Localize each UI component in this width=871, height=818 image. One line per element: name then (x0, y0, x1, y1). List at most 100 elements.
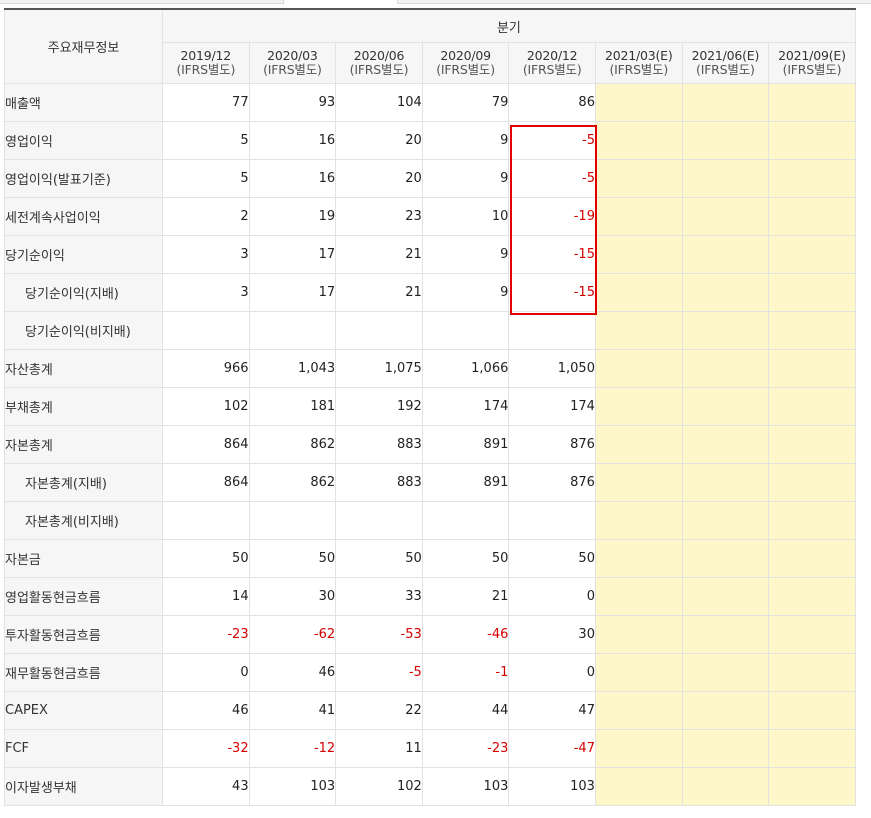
value-cell (335, 501, 423, 540)
value-cell (421, 501, 510, 540)
row-label: 당기순이익 (4, 235, 163, 274)
value-cell: 862 (248, 425, 337, 464)
period-date: 2021/06(E) (691, 48, 760, 63)
value-cell: 44 (421, 691, 510, 730)
estimate-cell (768, 387, 856, 426)
estimate-cell (594, 311, 683, 350)
table-row: 자산총계 966 1,043 1,075 1,066 1,050 (4, 349, 856, 388)
value-cell: 104 (335, 83, 423, 122)
period-date: 2020/09 (440, 48, 491, 63)
tab-left[interactable] (0, 0, 284, 4)
period-group-header: 분기 (162, 8, 856, 43)
table-row: 자본총계(비지배) (4, 501, 856, 540)
value-cell: 33 (335, 577, 423, 616)
row-label: CAPEX (4, 691, 163, 730)
row-label: 재무활동현금흐름 (4, 653, 163, 692)
estimate-cell (594, 273, 683, 312)
estimate-cell (768, 539, 856, 578)
estimate-cell (594, 729, 683, 768)
period-header: 2020/12 (IFRS별도) (508, 42, 596, 84)
table-row: 자본총계(지배) 864 862 883 891 876 (4, 463, 856, 502)
value-cell: 22 (335, 691, 423, 730)
value-cell: 16 (248, 121, 337, 160)
value-cell: -53 (335, 615, 423, 654)
period-basis: (IFRS별도) (436, 62, 495, 77)
value-cell: 19 (248, 197, 337, 236)
value-cell: -5 (335, 653, 423, 692)
tab-right[interactable] (397, 0, 871, 4)
estimate-cell (594, 235, 683, 274)
row-label: 자본총계(비지배) (4, 501, 163, 540)
estimate-cell (594, 159, 683, 198)
value-cell: 864 (162, 425, 250, 464)
value-cell: 0 (508, 653, 596, 692)
value-cell: -15 (508, 273, 596, 312)
estimate-cell (594, 83, 683, 122)
table-row: 세전계속사업이익 2 19 23 10 -19 (4, 197, 856, 236)
value-cell: 14 (162, 577, 250, 616)
estimate-cell (681, 653, 770, 692)
value-cell: -5 (508, 121, 596, 160)
row-label: 매출액 (4, 83, 163, 122)
value-cell: 16 (248, 159, 337, 198)
row-label: 세전계속사업이익 (4, 197, 163, 236)
period-basis: (IFRS별도) (263, 62, 322, 77)
estimate-cell (681, 311, 770, 350)
estimate-cell (594, 691, 683, 730)
row-label: 자본총계(지배) (4, 463, 163, 502)
value-cell: 46 (162, 691, 250, 730)
value-cell: -12 (248, 729, 337, 768)
row-label: 영업이익 (4, 121, 163, 160)
value-cell (162, 311, 250, 350)
estimate-cell (768, 349, 856, 388)
period-basis: (IFRS별도) (609, 62, 669, 77)
table-row: 영업활동현금흐름 14 30 33 21 0 (4, 577, 856, 616)
estimate-cell (594, 501, 683, 540)
period-basis: (IFRS별도) (522, 62, 582, 77)
value-cell: 103 (248, 767, 337, 806)
value-cell: -5 (508, 159, 596, 198)
value-cell: 174 (421, 387, 510, 426)
period-header: 2020/06 (IFRS별도) (335, 42, 423, 84)
value-cell: 50 (508, 539, 596, 578)
value-cell: 23 (335, 197, 423, 236)
value-cell: 86 (508, 83, 596, 122)
row-label: 이자발생부채 (4, 767, 163, 806)
value-cell: 21 (335, 273, 423, 312)
value-cell: 891 (421, 463, 510, 502)
table-row: CAPEX 46 41 22 44 47 (4, 691, 856, 730)
value-cell: 17 (248, 273, 337, 312)
value-cell: 79 (421, 83, 510, 122)
table-row: 당기순이익 3 17 21 9 -15 (4, 235, 856, 274)
table-row: 당기순이익(지배) 3 17 21 9 -15 (4, 273, 856, 312)
row-label: 자본총계 (4, 425, 163, 464)
period-basis: (IFRS별도) (176, 62, 236, 77)
value-cell: 0 (162, 653, 250, 692)
estimate-cell (768, 729, 856, 768)
table-row: 영업이익(발표기준) 5 16 20 9 -5 (4, 159, 856, 198)
value-cell: 1,050 (508, 349, 596, 388)
value-cell: 2 (162, 197, 250, 236)
row-label: 영업활동현금흐름 (4, 577, 163, 616)
estimate-cell (768, 501, 856, 540)
table-body: 매출액 77 93 104 79 86 영업이익 5 16 20 9 -5 영업이익(발표기준) 5 16 2… (4, 83, 856, 806)
value-cell: -47 (508, 729, 596, 768)
value-cell: 876 (508, 463, 596, 502)
value-cell: 883 (335, 463, 423, 502)
estimate-cell (768, 577, 856, 616)
value-cell: 21 (335, 235, 423, 274)
value-cell: 103 (508, 767, 596, 806)
value-cell: 192 (335, 387, 423, 426)
value-cell: 181 (248, 387, 337, 426)
estimate-cell (768, 159, 856, 198)
estimate-cell (768, 121, 856, 160)
period-header: 2020/09 (IFRS별도) (421, 42, 510, 84)
value-cell: 50 (162, 539, 250, 578)
period-date: 2020/12 (526, 48, 578, 63)
estimate-cell (681, 159, 770, 198)
estimate-cell (594, 539, 683, 578)
estimate-cell (681, 463, 770, 502)
top-tab-strip (0, 0, 871, 8)
estimate-cell (681, 349, 770, 388)
table-row: 부채총계 102 181 192 174 174 (4, 387, 856, 426)
